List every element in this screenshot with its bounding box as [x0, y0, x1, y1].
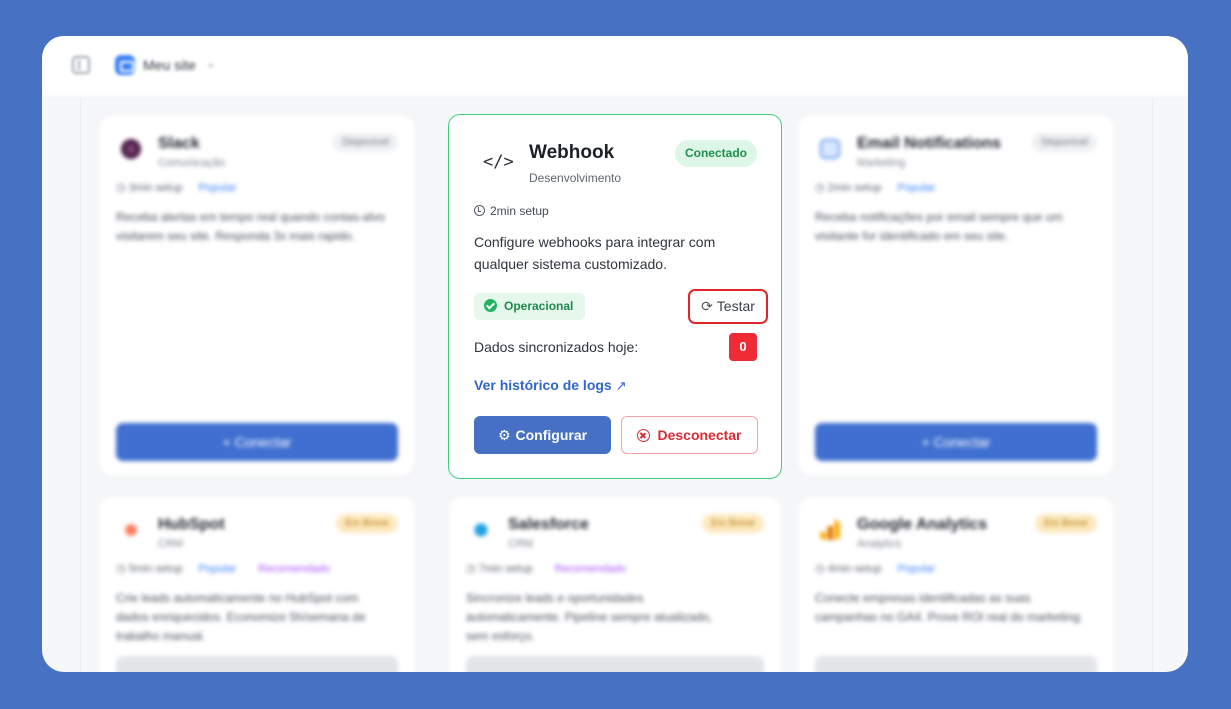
connected-badge: Conectado: [674, 140, 757, 167]
analytics-icon: [820, 520, 840, 540]
close-circle-icon: [637, 429, 651, 442]
configure-label: Configurar: [515, 427, 588, 443]
card-title: Webhook: [529, 142, 615, 163]
recommended-tag: Recomendado: [258, 563, 330, 575]
integration-card-email: Email Notifications Marketing Disponível…: [797, 114, 1115, 477]
card-meta: ◷ 4min setup Popular: [815, 563, 936, 575]
code-icon: </>: [483, 152, 514, 172]
status-label: Operacional: [504, 299, 574, 313]
card-meta: ◷ 3min setup Popular: [116, 182, 237, 194]
card-category: Analytics: [857, 538, 902, 550]
card-description: Receba alertas em tempo real quando cont…: [116, 210, 385, 243]
card-description: Configure webhooks para integrar com qua…: [474, 234, 716, 272]
card-title: Google Analytics: [857, 516, 988, 533]
status-badge: Disponível: [333, 133, 398, 152]
sync-count-badge: 0: [729, 333, 757, 361]
card-category: Desenvolvimento: [529, 171, 622, 185]
integration-card-slack: Slack Comunicação Disponível ◷ 3min setu…: [98, 114, 416, 477]
external-link-icon: ↗: [615, 378, 627, 393]
card-meta: ◷ 7min setup Recomendado: [466, 563, 627, 575]
logs-link-label: Ver histórico de logs: [474, 377, 612, 393]
popular-tag: Popular: [897, 563, 936, 575]
gear-icon: ⚙: [497, 427, 511, 443]
popular-tag: Popular: [897, 182, 936, 194]
slack-icon: [121, 139, 141, 159]
test-label: Testar: [716, 298, 755, 314]
setup-time: 7min setup: [478, 563, 533, 575]
setup-time: 3min setup: [128, 182, 183, 194]
card-description: Sincronize leads e oportunidades automat…: [466, 591, 713, 643]
integration-card-webhook: </> Webhook Desenvolvimento Conectado 2m…: [448, 114, 782, 479]
salesforce-icon: [471, 520, 491, 540]
refresh-icon: ⟳: [701, 298, 713, 314]
mail-icon: [820, 139, 840, 159]
status-indicator: Operacional: [474, 293, 586, 320]
card-title: Email Notifications: [857, 135, 1002, 152]
site-selector[interactable]: Meu site: [143, 57, 196, 73]
connect-button[interactable]: + Conectar: [116, 423, 398, 461]
site-logo-icon: [115, 55, 135, 75]
disconnect-label: Desconectar: [657, 427, 742, 443]
card-category: Comunicação: [158, 157, 226, 169]
card-meta: ◷ 2min setup Popular: [815, 182, 936, 194]
disconnect-button[interactable]: Desconectar: [621, 416, 758, 454]
app-window: Meu site ⌄ Slack Comunicação Disponível …: [42, 36, 1188, 672]
setup-time: 5min setup: [128, 563, 183, 575]
integration-card-salesforce: Salesforce CRM Em Breve ◷ 7min setup Reco…: [448, 495, 782, 672]
configure-button[interactable]: ⚙ Configurar: [474, 416, 611, 454]
integration-card-hubspot: HubSpot CRM Em Breve ◷ 5min setup Popular…: [98, 495, 416, 672]
setup-time-row: 2min setup: [474, 204, 549, 218]
clock-icon: [474, 205, 485, 216]
popular-tag: Popular: [198, 563, 237, 575]
status-badge: Em Breve: [702, 514, 764, 533]
divider: [80, 98, 81, 672]
coming-soon-button: [116, 656, 398, 672]
check-circle-icon: [484, 299, 497, 312]
card-title: Slack: [158, 135, 200, 152]
setup-time: 4min setup: [827, 563, 882, 575]
top-bar: Meu site ⌄: [42, 36, 1188, 98]
test-button[interactable]: ⟳ Testar: [688, 289, 768, 324]
sidebar-toggle-icon[interactable]: [72, 56, 90, 74]
coming-soon-button: [466, 656, 764, 672]
status-badge: Disponível: [1032, 133, 1097, 152]
card-category: CRM: [158, 538, 184, 550]
card-meta: ◷ 5min setup Popular Recomendado: [116, 563, 330, 575]
hubspot-icon: [121, 520, 141, 540]
card-category: CRM: [508, 538, 534, 550]
sync-label: Dados sincronizados hoje:: [474, 339, 639, 355]
card-title: Salesforce: [508, 516, 589, 533]
setup-time: 2min setup: [827, 182, 882, 194]
card-description: Receba notificações por email sempre que…: [815, 210, 1063, 243]
coming-soon-button: [815, 656, 1097, 672]
card-category: Marketing: [857, 157, 906, 169]
recommended-tag: Recomendado: [554, 563, 627, 575]
connect-button[interactable]: + Conectar: [815, 423, 1097, 461]
logs-link[interactable]: Ver histórico de logs ↗: [474, 377, 627, 394]
card-description: Crie leads automaticamente no HubSpot co…: [116, 591, 366, 643]
card-title: HubSpot: [158, 516, 225, 533]
status-badge: Em Breve: [1035, 514, 1097, 533]
divider: [1152, 98, 1153, 672]
integration-card-google-analytics: Google Analytics Analytics Em Breve ◷ 4m…: [797, 495, 1115, 672]
popular-tag: Popular: [198, 182, 237, 194]
status-badge: Em Breve: [336, 514, 398, 533]
card-description: Conecte empresas identificadas as suas c…: [815, 591, 1084, 624]
setup-time: 2min setup: [490, 204, 549, 218]
chevron-down-icon[interactable]: ⌄: [206, 56, 216, 70]
